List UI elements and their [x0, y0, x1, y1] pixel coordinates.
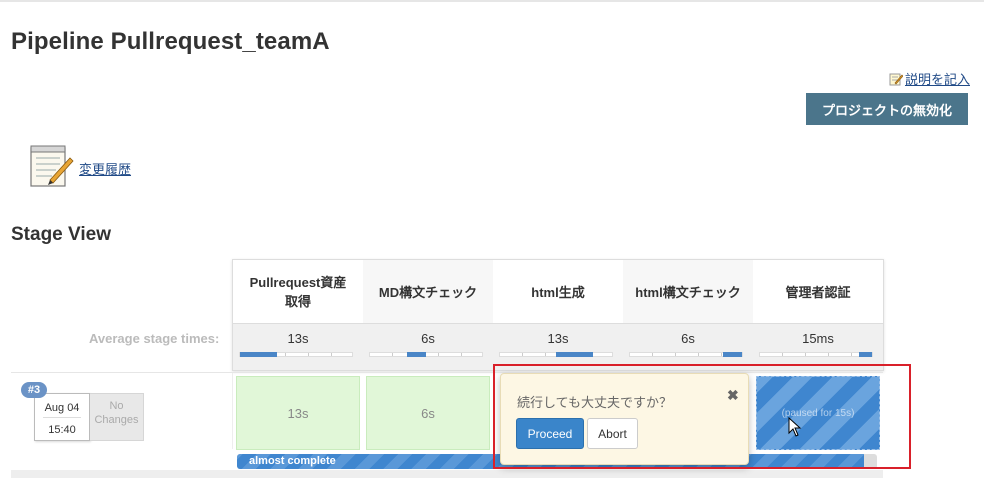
avg-time-fill — [556, 352, 593, 357]
avg-time-bar — [759, 352, 873, 357]
stage-view-title: Stage View — [11, 224, 111, 245]
page-title: Pipeline Pullrequest_teamA — [11, 28, 330, 55]
stage-header-1: Pullrequest資産取得 — [249, 275, 347, 309]
avg-time-cell: 13s — [233, 324, 363, 371]
build-progress-label: almost complete — [249, 455, 336, 467]
edit-note-icon — [889, 72, 904, 86]
avg-time-fill — [858, 352, 872, 357]
stage-header-4: html構文チェック — [623, 260, 753, 324]
disable-project-button[interactable]: プロジェクトの無効化 — [806, 93, 968, 125]
changes-link[interactable]: 変更履歴 — [79, 159, 131, 178]
avg-time-cell: 13s — [493, 324, 623, 371]
stage-header-3: html生成 — [531, 284, 585, 300]
input-required-popup: 続行しても大丈夫ですか？ ✖ Proceed Abort — [500, 373, 749, 465]
avg-time: 6s — [421, 331, 435, 346]
stage-header-5: 管理者認証 — [785, 284, 851, 300]
edit-description[interactable]: 説明を記入 — [889, 69, 970, 88]
average-stage-times-label: Average stage times: — [89, 331, 220, 346]
avg-time-bar — [239, 352, 353, 357]
stage-header-2: MD構文チェック — [363, 260, 493, 324]
build-date-day: Aug 04 — [44, 402, 80, 414]
notepad-icon — [26, 142, 74, 190]
stage-cell-success[interactable]: 13s — [236, 376, 360, 450]
avg-time: 6s — [681, 331, 695, 346]
top-border — [0, 0, 984, 2]
abort-button[interactable]: Abort — [587, 418, 638, 449]
avg-time: 15ms — [802, 331, 834, 346]
mouse-cursor-icon — [788, 416, 802, 437]
stage-cell-success[interactable]: 6s — [366, 376, 490, 450]
no-changes: No Changes — [90, 393, 144, 441]
avg-time-cell: 6s — [623, 324, 753, 371]
avg-time-cell: 6s — [363, 324, 493, 371]
stage-cell-paused[interactable]: (paused for 15s) — [756, 376, 880, 450]
average-times-row: 13s 6s 13s 6s 15ms — [233, 323, 883, 370]
avg-time-cell: 15ms — [753, 324, 883, 371]
edit-description-link[interactable]: 説明を記入 — [905, 69, 970, 88]
build-row-footer — [11, 470, 883, 478]
build-number-badge[interactable]: #3 — [21, 382, 47, 398]
avg-time-bar — [629, 352, 743, 357]
popup-question: 続行しても大丈夫ですか？ — [517, 395, 672, 410]
close-icon[interactable]: ✖ — [727, 387, 739, 404]
avg-time-fill — [722, 352, 742, 357]
avg-time: 13s — [547, 331, 569, 346]
build-date: Aug 04 15:40 — [34, 393, 90, 441]
avg-time-bar — [499, 352, 613, 357]
proceed-button[interactable]: Proceed — [516, 418, 584, 449]
avg-time: 13s — [287, 331, 309, 346]
avg-time-bar — [369, 352, 483, 357]
avg-time-fill — [240, 352, 277, 357]
build-date-time: 15:40 — [48, 424, 76, 436]
avg-time-fill — [406, 352, 426, 357]
